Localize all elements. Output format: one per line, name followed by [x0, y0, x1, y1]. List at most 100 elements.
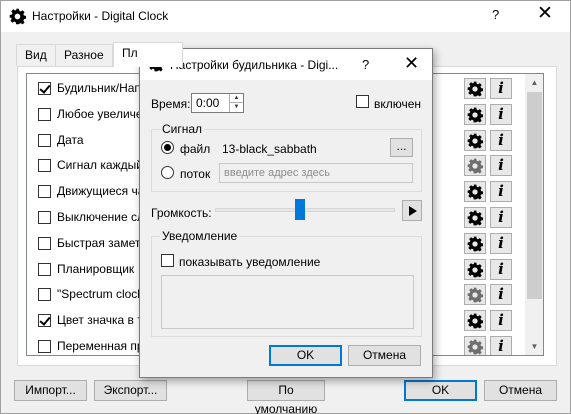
spin-up-icon[interactable]: ▲ [230, 94, 243, 103]
plugin-label: Сигнал каждый [57, 158, 143, 173]
gear-icon [467, 159, 483, 174]
plugin-label: Быстрая заметк [57, 235, 146, 250]
spin-down-icon[interactable]: ▼ [230, 103, 243, 112]
gear-icon [467, 262, 483, 278]
dialog-ok-button[interactable]: OK [269, 345, 342, 366]
time-label: Время: [151, 97, 191, 111]
plugin-settings-button[interactable] [464, 181, 486, 203]
plugin-label: Цвет значка в тр [57, 313, 150, 328]
info-icon[interactable]: i [490, 78, 512, 99]
scroll-down-icon[interactable]: ▼ [525, 338, 543, 355]
gear-icon [467, 313, 483, 329]
plugin-label: Дата [57, 132, 84, 147]
notification-text[interactable] [161, 275, 414, 329]
volume-slider[interactable] [215, 208, 395, 212]
stream-radio[interactable] [161, 166, 174, 179]
info-icon[interactable]: i [490, 258, 512, 280]
plugin-settings-button[interactable] [464, 103, 486, 125]
info-icon[interactable]: i [490, 207, 512, 228]
plugin-settings-button[interactable] [464, 155, 486, 177]
gear-icon [467, 236, 483, 252]
info-icon[interactable]: i [490, 310, 512, 332]
plugin-checkbox[interactable] [38, 288, 51, 302]
import-button[interactable]: Импорт... [14, 380, 87, 401]
ok-button[interactable]: OK [404, 380, 477, 401]
scroll-up-icon[interactable]: ▲ [525, 74, 543, 91]
gear-icon [467, 288, 483, 303]
plugin-label: Будильник/Нап [57, 81, 141, 95]
file-name: 13-black_sabbath [222, 142, 317, 156]
stream-label: поток [180, 167, 211, 181]
alarm-settings-dialog: Настройки будильника - Digi... ? ✕ Время… [139, 48, 433, 378]
vertical-scrollbar[interactable]: ▲ ▼ [525, 74, 543, 355]
browse-button[interactable]: ... [390, 138, 413, 157]
gear-icon [467, 133, 483, 149]
cancel-button[interactable]: Отмена [484, 380, 557, 401]
plugin-checkbox[interactable] [38, 82, 51, 95]
dialog-title: Настройки будильника - Digi... [170, 58, 339, 72]
file-radio[interactable] [161, 141, 174, 154]
plugin-label: Выключение сл [57, 210, 145, 224]
volume-label: Громкость: [151, 206, 212, 220]
time-spin-buttons[interactable]: ▲ ▼ [229, 94, 243, 112]
scroll-thumb[interactable] [527, 92, 542, 299]
file-label: файл [180, 142, 211, 156]
plugin-settings-button[interactable] [464, 232, 486, 254]
gear-icon [9, 8, 26, 25]
plugin-checkbox[interactable] [38, 314, 51, 328]
info-icon[interactable]: i [490, 181, 512, 203]
plugin-checkbox[interactable] [38, 211, 51, 224]
enabled-checkbox[interactable] [356, 95, 369, 108]
notification-group-title: Уведомление [160, 229, 240, 243]
plugin-label: Планировщик [57, 261, 135, 276]
plugin-checkbox[interactable] [38, 236, 51, 250]
plugin-checkbox[interactable] [38, 340, 51, 353]
defaults-button[interactable]: По умолчанию [247, 380, 325, 414]
dialog-cancel-button[interactable]: Отмена [348, 345, 421, 366]
plugin-settings-button[interactable] [464, 207, 486, 228]
export-button[interactable]: Экспорт... [94, 380, 167, 401]
plugin-settings-button[interactable] [464, 129, 486, 151]
plugin-settings-button[interactable] [464, 78, 486, 99]
plugin-checkbox[interactable] [38, 107, 51, 121]
dialog-close-button[interactable]: ✕ [404, 54, 419, 72]
dialog-title-bar: Настройки будильника - Digi... ? ✕ [140, 49, 432, 80]
plugin-label: Любое увеличе [57, 106, 143, 121]
gear-icon [467, 184, 483, 200]
help-button[interactable]: ? [492, 7, 499, 22]
plugin-checkbox[interactable] [38, 185, 51, 199]
enabled-label: включен [374, 97, 422, 111]
info-icon[interactable]: i [490, 284, 512, 306]
info-icon[interactable]: i [490, 103, 512, 125]
info-icon[interactable]: i [490, 155, 512, 177]
gear-icon [467, 81, 483, 97]
dialog-help-button[interactable]: ? [362, 57, 369, 72]
plugin-settings-button[interactable] [464, 310, 486, 332]
tab-misc[interactable]: Разное [55, 44, 113, 66]
plugin-checkbox[interactable] [38, 262, 51, 276]
plugin-settings-button[interactable] [464, 336, 486, 355]
plugin-label: "Spectrum clock [57, 287, 144, 302]
plugin-settings-button[interactable] [464, 284, 486, 306]
close-button[interactable]: ✕ [537, 4, 553, 23]
show-notification-label: показывать уведомление [179, 255, 321, 269]
info-icon[interactable]: i [490, 129, 512, 151]
play-icon[interactable] [402, 200, 422, 221]
plugin-checkbox[interactable] [38, 159, 51, 173]
plugin-settings-button[interactable] [464, 258, 486, 280]
time-spinbox[interactable]: 0:00 ▲ ▼ [191, 93, 244, 113]
show-notification-checkbox[interactable] [161, 254, 174, 267]
time-value: 0:00 [196, 96, 220, 110]
plugin-checkbox[interactable] [38, 133, 51, 147]
tab-view[interactable]: Вид [16, 44, 56, 66]
info-icon[interactable]: i [490, 336, 512, 355]
gear-icon [467, 210, 483, 226]
tab-plugins[interactable]: Пл [113, 42, 183, 67]
gear-icon [467, 107, 483, 123]
info-icon[interactable]: i [490, 232, 512, 254]
volume-slider-thumb[interactable] [294, 199, 305, 220]
plugin-label: Переменная пр [57, 339, 144, 353]
title-bar: Настройки - Digital Clock ? ✕ [1, 1, 570, 32]
stream-url-input[interactable]: введите адрес здесь [219, 163, 413, 183]
plugin-label: Движущиеся ча [57, 184, 145, 199]
